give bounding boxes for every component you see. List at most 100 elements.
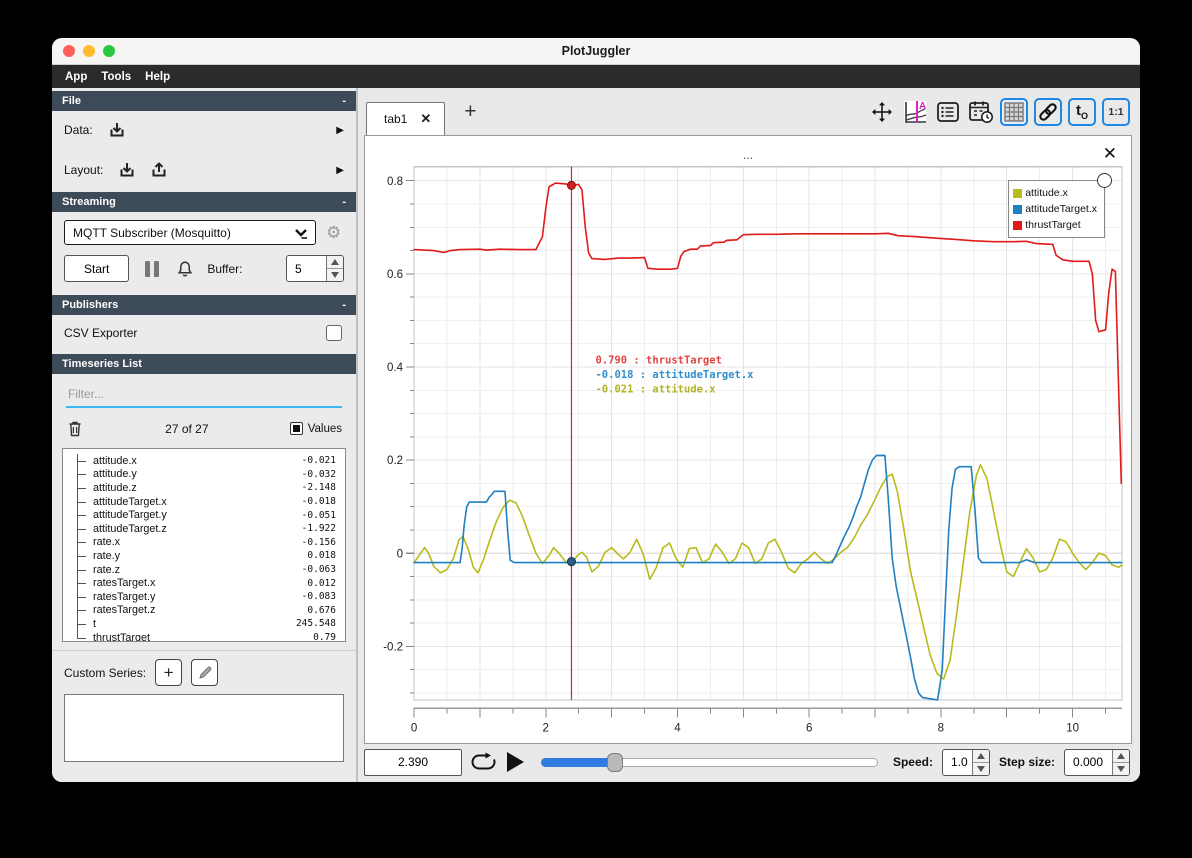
streaming-section-header[interactable]: Streaming - (52, 192, 356, 212)
pause-icon[interactable] (145, 260, 160, 277)
add-custom-series-button[interactable]: + (155, 659, 183, 686)
load-data-button[interactable] (103, 117, 131, 143)
legend-swatch-icon (1013, 188, 1023, 198)
layout-submenu-arrow-icon[interactable]: ▶ (336, 165, 344, 176)
publishers-collapse-indicator[interactable]: - (342, 299, 346, 311)
play-button[interactable] (507, 752, 524, 772)
step-size-spinner[interactable] (1064, 748, 1130, 776)
svg-text:0.8: 0.8 (387, 175, 403, 188)
spin-down-icon[interactable] (327, 269, 343, 281)
layout-row: Layout: ▶ (52, 151, 356, 189)
move-tool-button[interactable] (868, 98, 895, 125)
streaming-source-select[interactable]: MQTT Subscriber (Mosquitto) (64, 220, 316, 245)
timeseries-name: thrustTarget (93, 631, 151, 642)
values-checkbox-icon[interactable] (289, 422, 303, 435)
legend-drag-handle-icon[interactable] (1097, 173, 1112, 188)
plot-legend[interactable]: attitude.x attitudeTarget.x thrustTarget (1008, 173, 1112, 238)
svg-text:A: A (919, 101, 926, 112)
timeseries-item[interactable]: t 245.548 (63, 617, 345, 631)
load-layout-button[interactable] (113, 157, 141, 183)
step-size-input[interactable] (1065, 749, 1112, 775)
filter-input[interactable] (66, 384, 342, 408)
timeseries-item[interactable]: attitudeTarget.y -0.051 (63, 508, 345, 522)
data-label: Data: (64, 123, 93, 137)
legend-entry[interactable]: attitude.x (1013, 185, 1097, 201)
timeseries-item[interactable]: rate.z -0.063 (63, 563, 345, 577)
file-collapse-indicator[interactable]: - (342, 95, 346, 107)
speed-input[interactable] (942, 749, 972, 775)
timeseries-value: 245.548 (295, 618, 336, 630)
svg-text:0.790 : thrustTarget: 0.790 : thrustTarget (595, 354, 721, 367)
timeseries-item[interactable]: rate.y 0.018 (63, 549, 345, 563)
minimize-window-button[interactable] (83, 45, 95, 57)
timeseries-name: attitude.y (93, 468, 137, 481)
values-toggle[interactable]: Values (289, 422, 342, 435)
loop-icon[interactable] (471, 752, 496, 773)
speed-spinner[interactable] (941, 748, 990, 776)
filter-wrap (52, 374, 356, 410)
menu-tools[interactable]: Tools (94, 71, 138, 83)
timeseries-item[interactable]: thrustTarget 0.79 (63, 631, 345, 642)
spin-up-icon[interactable] (327, 256, 343, 269)
timeseries-item[interactable]: attitude.z -2.148 (63, 481, 345, 495)
timeseries-section-header[interactable]: Timeseries List (52, 354, 356, 374)
ratio-button[interactable]: 1:1 (1102, 97, 1130, 126)
plot-panel[interactable]: ... ✕ 0.8 0.6 0.4 0.2 0 -0.2 0 2 4 6 8 10 0.790 : t… (364, 135, 1132, 744)
tracker-tool-button[interactable]: A (901, 98, 928, 125)
buffer-input[interactable] (287, 256, 326, 281)
gear-icon[interactable]: ⚙ (326, 224, 341, 241)
spin-down-icon[interactable] (1113, 762, 1129, 775)
add-tab-button[interactable]: + (460, 100, 480, 124)
csv-exporter-checkbox[interactable] (326, 325, 342, 341)
window-title: PlotJuggler (561, 44, 631, 58)
publishers-section-header[interactable]: Publishers - (52, 295, 356, 315)
menu-bar: App Tools Help (52, 65, 1140, 88)
menu-help[interactable]: Help (138, 71, 177, 83)
close-window-button[interactable] (63, 45, 75, 57)
timeseries-value: -2.148 (301, 482, 336, 494)
file-section-header[interactable]: File - (52, 91, 356, 111)
timeseries-item[interactable]: rate.x -0.156 (63, 536, 345, 550)
tab-tab1[interactable]: tab1 ✕ (366, 102, 446, 135)
bell-icon[interactable] (175, 259, 195, 279)
timeseries-value: -0.063 (301, 564, 336, 576)
grid-layout-button[interactable] (1000, 97, 1028, 126)
svg-text:-0.018 : attitudeTarget.x: -0.018 : attitudeTarget.x (595, 368, 754, 381)
timeseries-item[interactable]: ratesTarget.z 0.676 (63, 604, 345, 618)
link-axes-button[interactable] (1034, 97, 1062, 126)
timeseries-item[interactable]: ratesTarget.x 0.012 (63, 576, 345, 590)
save-layout-button[interactable] (145, 157, 173, 183)
spin-up-icon[interactable] (1113, 749, 1129, 763)
legend-entry[interactable]: attitudeTarget.x (1013, 201, 1097, 217)
spin-down-icon[interactable] (972, 762, 989, 775)
timeseries-item[interactable]: attitude.x -0.021 (63, 454, 345, 468)
timeseries-item[interactable]: ratesTarget.y -0.083 (63, 590, 345, 604)
timeseries-item[interactable]: attitudeTarget.z -1.922 (63, 522, 345, 536)
streaming-collapse-indicator[interactable]: - (342, 196, 346, 208)
maximize-window-button[interactable] (103, 45, 115, 57)
timeseries-item[interactable]: attitudeTarget.x -0.018 (63, 495, 345, 509)
time-slider[interactable] (541, 752, 878, 772)
start-streaming-button[interactable]: Start (64, 255, 130, 282)
legend-swatch-icon (1013, 204, 1023, 214)
datetime-tool-button[interactable] (967, 98, 994, 125)
streaming-section-title: Streaming (62, 196, 116, 208)
menu-app[interactable]: App (58, 71, 94, 83)
tab-close-icon[interactable]: ✕ (420, 111, 431, 127)
legend-entry[interactable]: thrustTarget (1013, 217, 1097, 233)
time-value-input[interactable] (364, 748, 462, 776)
data-submenu-arrow-icon[interactable]: ▶ (336, 125, 344, 136)
edit-custom-series-button[interactable] (191, 659, 219, 686)
calendar-clock-icon (967, 99, 995, 125)
timeseries-item[interactable]: attitude.y -0.032 (63, 468, 345, 482)
custom-series-list[interactable] (64, 694, 344, 762)
buffer-spinner[interactable] (286, 255, 344, 282)
buffer-spin-buttons[interactable] (326, 256, 343, 281)
trash-icon[interactable] (66, 419, 84, 438)
timeseries-list[interactable]: attitude.x -0.021 attitude.y -0.032 attitude… (62, 448, 346, 642)
file-section-title: File (62, 95, 81, 107)
list-tool-button[interactable] (934, 98, 961, 125)
slider-handle[interactable] (607, 752, 624, 772)
spin-up-icon[interactable] (972, 749, 989, 763)
time-origin-button[interactable]: tO (1068, 97, 1096, 126)
